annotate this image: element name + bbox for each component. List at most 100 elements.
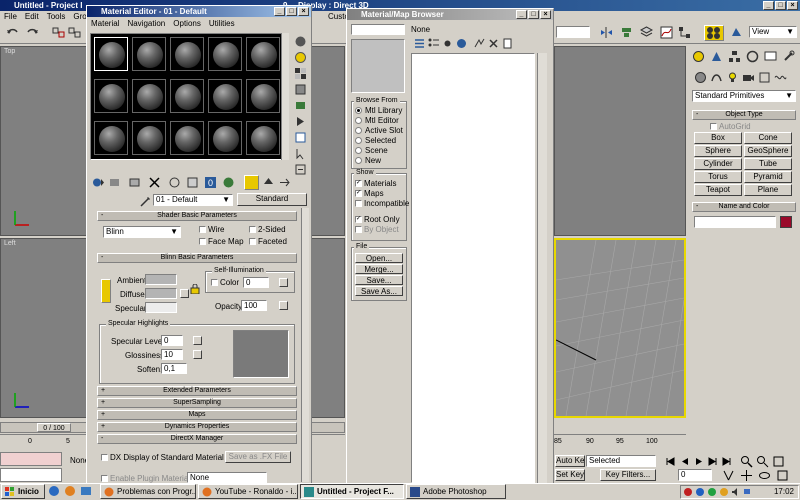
create-tab-icon[interactable] <box>692 50 705 63</box>
name-color-rollout[interactable]: - Name and Color <box>692 202 796 212</box>
hierarchy-tab-icon[interactable] <box>728 50 741 63</box>
blinn-basic-rollout[interactable]: - Blinn Basic Parameters <box>97 253 297 263</box>
assign-material-icon[interactable] <box>128 176 141 189</box>
show-map-icon[interactable] <box>222 176 235 189</box>
browser-icon[interactable] <box>48 485 60 497</box>
unlink-icon[interactable] <box>68 26 81 39</box>
media-player-icon[interactable] <box>64 485 76 497</box>
sample-type-icon[interactable] <box>294 35 307 48</box>
browse-from-new[interactable]: New <box>355 156 381 165</box>
dx-display-checkbox[interactable]: DX Display of Standard Material <box>101 453 224 462</box>
close-button[interactable]: × <box>298 7 309 16</box>
menu-tools[interactable]: Tools <box>47 11 66 22</box>
show-end-result-button[interactable] <box>244 175 259 190</box>
material-id-icon[interactable]: 0 <box>204 176 217 189</box>
show-materials-checkbox[interactable]: ✓ Materials <box>355 179 396 188</box>
sample-slot[interactable] <box>208 121 242 155</box>
object-color-swatch[interactable] <box>780 216 792 228</box>
zoom-all-icon[interactable] <box>756 455 769 468</box>
go-to-end-icon[interactable] <box>720 455 733 468</box>
zoom-icon[interactable] <box>740 455 753 468</box>
make-preview-icon[interactable] <box>294 115 307 128</box>
go-forward-sibling-icon[interactable] <box>278 176 291 189</box>
sample-slot[interactable] <box>132 37 166 71</box>
tray-icon[interactable] <box>695 487 705 497</box>
reference-coord-dropdown[interactable] <box>556 26 590 38</box>
maxscript-listener-white[interactable] <box>0 468 62 482</box>
browser-list-scrollbar[interactable] <box>537 53 547 483</box>
plane-button[interactable]: Plane <box>744 184 792 196</box>
cone-button[interactable]: Cone <box>744 132 792 144</box>
torus-button[interactable]: Torus <box>694 171 742 183</box>
sample-slot[interactable] <box>246 121 280 155</box>
minimize-button[interactable]: _ <box>516 10 527 19</box>
backlight-icon[interactable] <box>294 51 307 64</box>
select-link-icon[interactable] <box>52 26 65 39</box>
minimize-button[interactable]: _ <box>763 1 774 10</box>
set-key-button[interactable]: Set Key <box>555 469 585 481</box>
save-fx-button[interactable]: Save as .FX File <box>225 451 291 463</box>
key-filters-button[interactable]: Key Filters... <box>600 469 656 481</box>
browse-from-scene[interactable]: Scene <box>355 146 388 155</box>
minimize-button[interactable]: _ <box>274 7 285 16</box>
modify-tab-icon[interactable] <box>710 50 723 63</box>
tray-icon[interactable] <box>683 487 693 497</box>
sample-slot[interactable] <box>132 79 166 113</box>
layers-icon[interactable] <box>640 26 653 39</box>
reset-map-icon[interactable] <box>148 176 161 189</box>
dynamics-rollout[interactable]: + Dynamics Properties <box>97 422 297 432</box>
shader-type-dropdown[interactable]: Blinn ▼ <box>103 226 181 238</box>
menu-options[interactable]: Options <box>173 18 201 29</box>
menu-material[interactable]: Material <box>91 18 119 29</box>
select-by-material-icon[interactable] <box>294 147 307 160</box>
view-dropdown[interactable]: View ▼ <box>749 26 797 38</box>
sample-slot[interactable] <box>208 79 242 113</box>
taskbar-item[interactable]: Adobe Photoshop <box>406 484 506 499</box>
browse-from-selected[interactable]: Selected <box>355 136 396 145</box>
volume-icon[interactable] <box>731 487 741 497</box>
sample-slot[interactable] <box>132 121 166 155</box>
track-bar-right[interactable]: 85 90 95 100 <box>554 434 686 446</box>
browse-from-active-slot[interactable]: Active Slot <box>355 126 403 135</box>
teapot-button[interactable]: Teapot <box>694 184 742 196</box>
viewport-left-label[interactable]: Left <box>4 240 16 247</box>
maps-rollout[interactable]: + Maps <box>97 410 297 420</box>
pan-icon[interactable] <box>740 469 753 482</box>
face-map-checkbox[interactable]: Face Map <box>199 237 244 246</box>
view-large-icons-icon[interactable] <box>455 37 468 50</box>
sample-slot[interactable] <box>246 79 280 113</box>
enable-plugin-checkbox[interactable]: Enable Plugin Material <box>101 474 190 483</box>
menu-file[interactable]: File <box>4 11 17 22</box>
lock-icon[interactable] <box>190 284 200 294</box>
glossiness-input[interactable]: 10 <box>161 349 183 360</box>
zoom-extents-icon[interactable] <box>772 455 785 468</box>
show-incompatible-checkbox[interactable]: Incompatible <box>355 199 409 208</box>
extended-params-rollout[interactable]: + Extended Parameters <box>97 386 297 396</box>
background-icon[interactable] <box>294 67 307 80</box>
soften-input[interactable]: 0,1 <box>161 363 187 374</box>
self-illum-value-input[interactable]: 0 <box>243 277 269 288</box>
tube-button[interactable]: Tube <box>744 158 792 170</box>
put-material-icon[interactable] <box>108 176 121 189</box>
faceted-checkbox[interactable]: Faceted <box>249 237 287 246</box>
specular-color-swatch[interactable] <box>145 302 177 313</box>
material-editor-scrollbar[interactable] <box>301 208 309 482</box>
motion-tab-icon[interactable] <box>746 50 759 63</box>
sample-uv-icon[interactable] <box>294 83 307 96</box>
viewport-front[interactable] <box>554 46 686 236</box>
specular-level-input[interactable]: 0 <box>161 335 183 346</box>
sample-slots-scrollbar[interactable] <box>281 33 289 160</box>
browse-from-mtl-library[interactable]: Mtl Library <box>355 106 402 115</box>
maximize-viewport-icon[interactable] <box>776 469 789 482</box>
diffuse-color-swatch[interactable] <box>145 288 177 299</box>
tray-icon[interactable] <box>719 487 729 497</box>
by-object-checkbox[interactable]: By Object <box>355 225 399 234</box>
utilities-tab-icon[interactable] <box>782 50 795 63</box>
maximize-button[interactable]: □ <box>775 1 786 10</box>
update-scene-icon[interactable] <box>473 37 486 50</box>
lock-ambient-diffuse-button[interactable] <box>101 279 111 303</box>
browser-search-input[interactable] <box>351 24 405 35</box>
curve-editor-icon[interactable] <box>660 26 673 39</box>
auto-key-button[interactable]: Auto Key <box>555 455 585 467</box>
schematic-view-icon[interactable] <box>678 26 691 39</box>
